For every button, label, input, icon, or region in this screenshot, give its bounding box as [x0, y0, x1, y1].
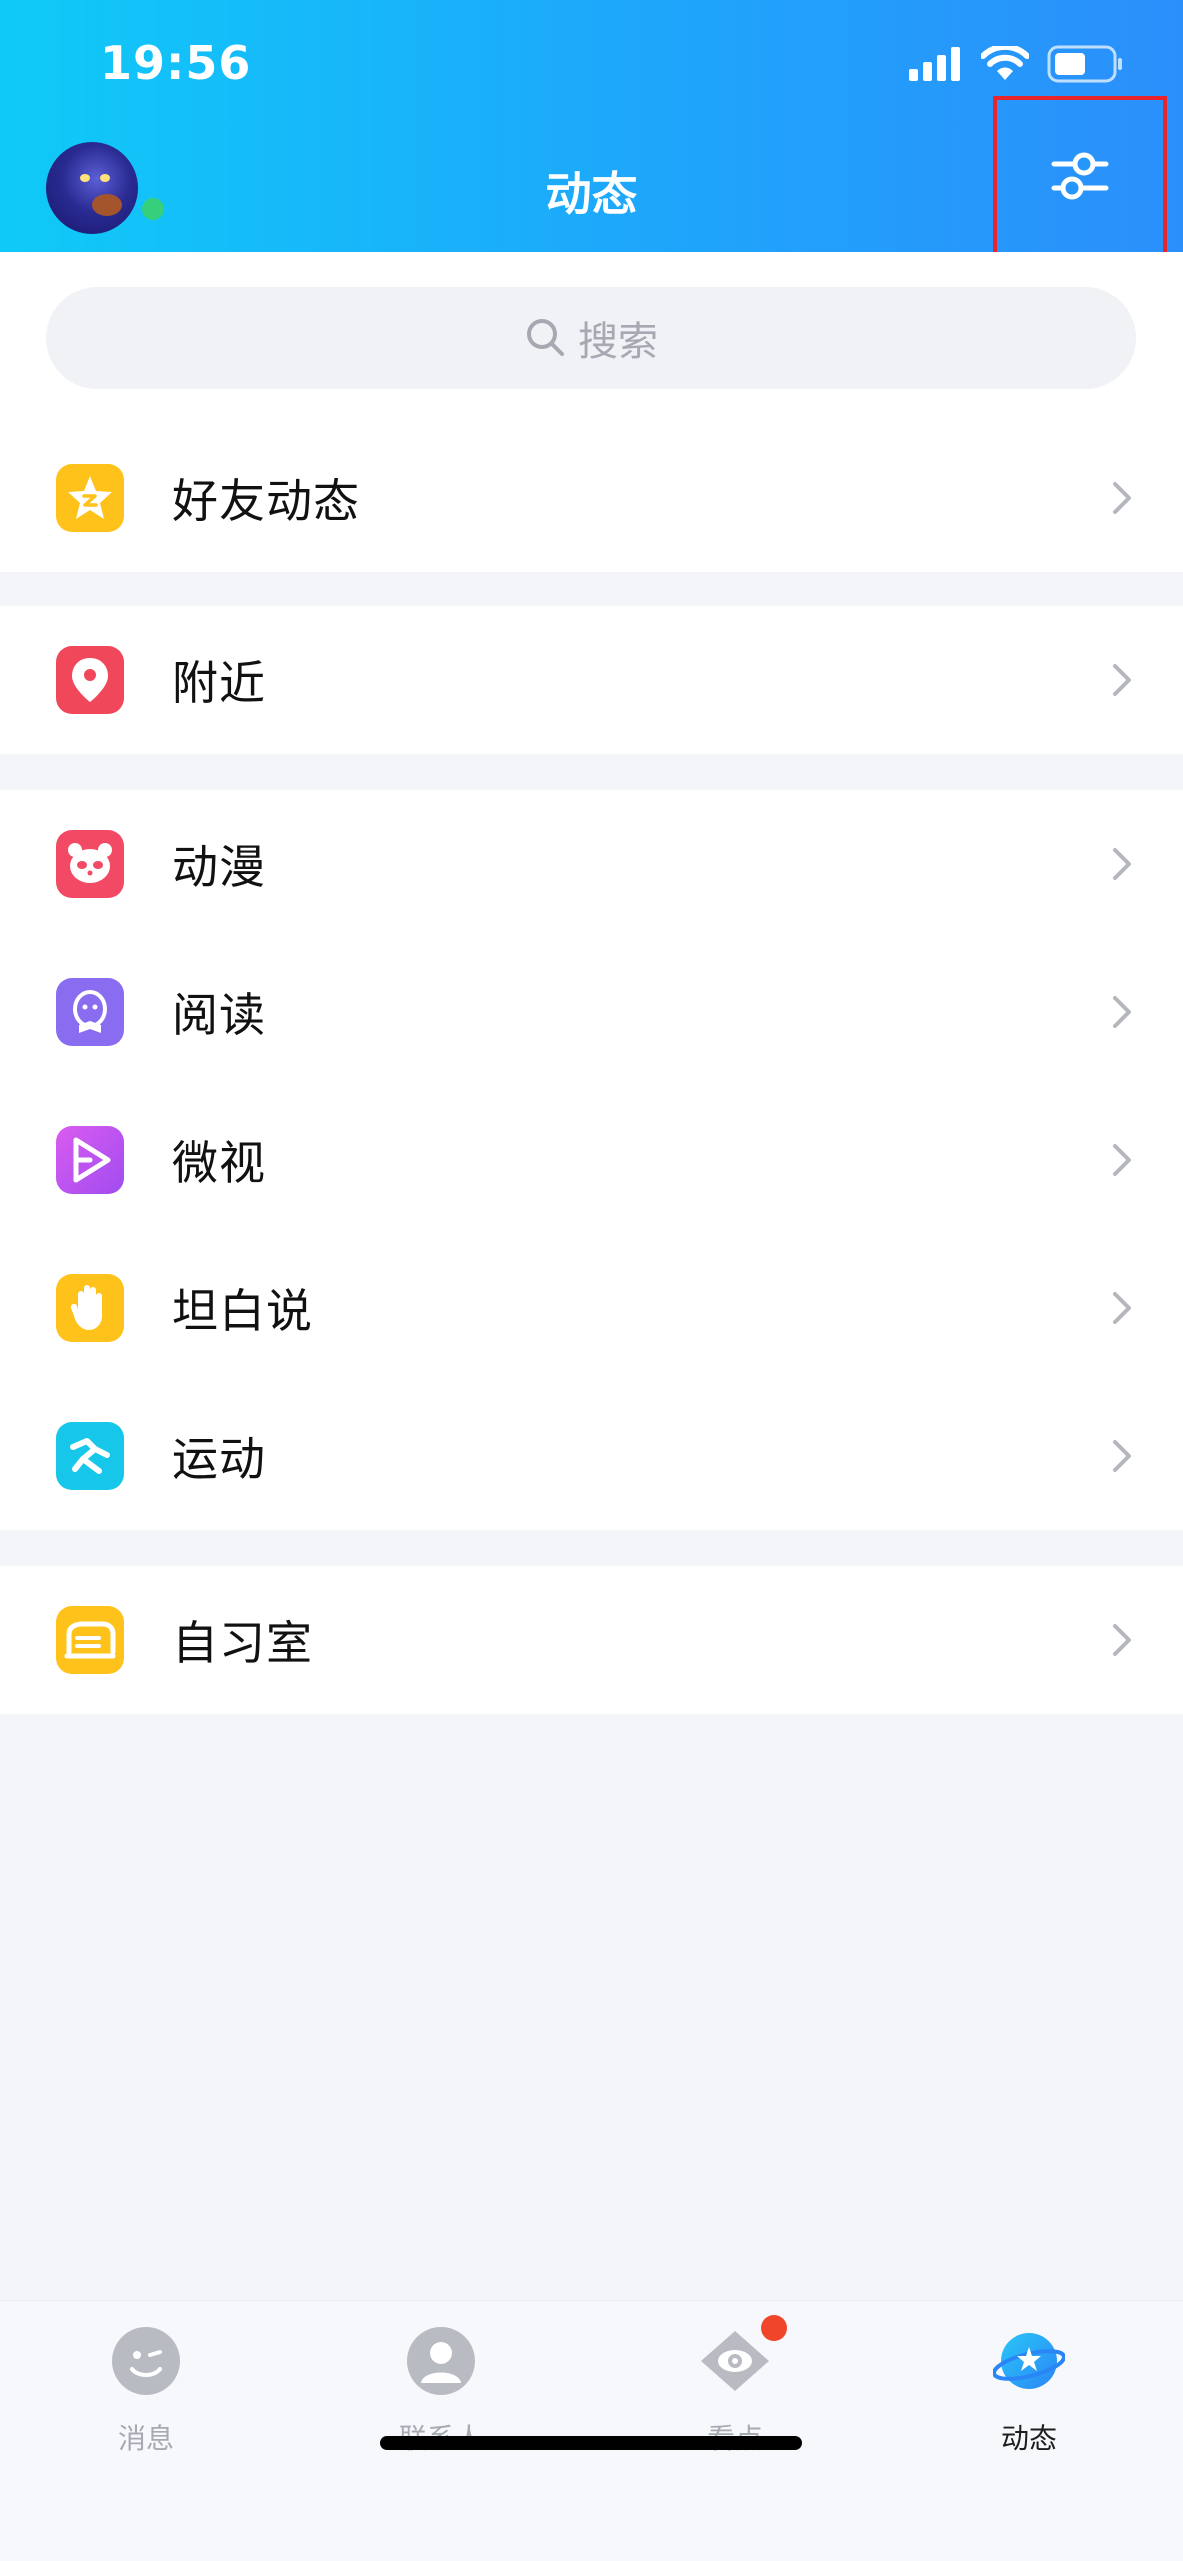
chevron-right-icon: [1113, 996, 1131, 1028]
list-item-friends-feed[interactable]: 好友动态: [0, 424, 1183, 572]
list-item-weishi[interactable]: 微视: [0, 1086, 1183, 1234]
list-item-nearby[interactable]: 附近: [0, 606, 1183, 754]
tab-label: 消息: [117, 2422, 174, 2455]
list-item-label: 自习室: [172, 1616, 313, 1670]
section-study: 自习室: [0, 1566, 1183, 1714]
search-bar[interactable]: 搜索: [46, 287, 1136, 389]
section-friends: 好友动态: [0, 424, 1183, 572]
tab-dynamic[interactable]: 动态: [929, 2321, 1129, 2461]
list-item-label: 好友动态: [172, 474, 360, 528]
penguin-book-icon: [56, 978, 124, 1046]
search-icon: [527, 319, 564, 356]
header-bar: 19:56 动态: [0, 0, 1183, 256]
list-item-reading[interactable]: 阅读: [0, 938, 1183, 1086]
list-item-label: 微视: [172, 1136, 266, 1190]
message-icon: [112, 2327, 180, 2395]
chevron-right-icon: [1113, 664, 1131, 696]
notification-badge: [761, 2315, 787, 2341]
wifi-icon: [981, 46, 1029, 80]
sliders-icon: [1051, 152, 1109, 200]
study-room-icon: [56, 1606, 124, 1674]
panda-icon: [56, 830, 124, 898]
list-item-label: 附近: [172, 656, 266, 710]
contacts-icon: [407, 2327, 475, 2395]
hand-icon: [56, 1274, 124, 1342]
eye-icon: [701, 2331, 769, 2391]
section-nearby: 附近: [0, 606, 1183, 754]
battery-icon: [1047, 45, 1122, 83]
chevron-right-icon: [1113, 1292, 1131, 1324]
list-item-label: 运动: [172, 1432, 266, 1486]
chevron-right-icon: [1113, 1624, 1131, 1656]
status-time: 19:56: [100, 36, 252, 90]
planet-icon: [993, 2333, 1065, 2389]
bottom-tab-bar: 消息 联系人 看点 动: [0, 2300, 1183, 2561]
list-item-label: 动漫: [172, 840, 266, 894]
star-icon: [56, 464, 124, 532]
section-apps: 动漫 阅读 微视 坦白说 运动: [0, 790, 1183, 1530]
chevron-right-icon: [1113, 482, 1131, 514]
tab-label: 动态: [1000, 2422, 1057, 2455]
chevron-right-icon: [1113, 1440, 1131, 1472]
list-item-label: 阅读: [172, 988, 266, 1042]
list-item-label: 坦白说: [172, 1284, 313, 1338]
search-placeholder: 搜索: [578, 319, 658, 365]
tab-messages[interactable]: 消息: [46, 2321, 246, 2461]
list-item-study-room[interactable]: 自习室: [0, 1566, 1183, 1714]
chevron-right-icon: [1113, 1144, 1131, 1176]
list-item-sports[interactable]: 运动: [0, 1382, 1183, 1530]
play-icon: [56, 1126, 124, 1194]
settings-button[interactable]: [993, 96, 1167, 256]
signal-icon: [909, 47, 960, 81]
list-item-confession[interactable]: 坦白说: [0, 1234, 1183, 1382]
running-icon: [56, 1422, 124, 1490]
status-icons: [909, 42, 1123, 86]
location-pin-icon: [56, 646, 124, 714]
chevron-right-icon: [1113, 848, 1131, 880]
list-item-anime[interactable]: 动漫: [0, 790, 1183, 938]
home-indicator[interactable]: [380, 2436, 802, 2450]
